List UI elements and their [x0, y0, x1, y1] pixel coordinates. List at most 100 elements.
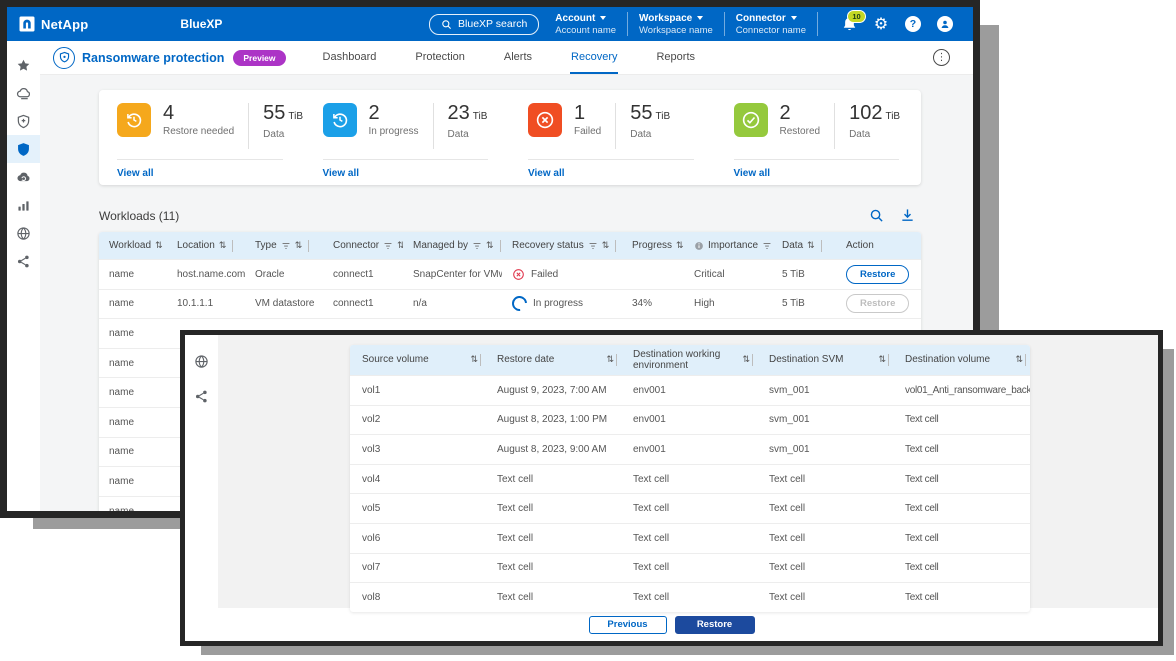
- stat-size-label: Data: [448, 129, 488, 140]
- funnel-icon[interactable]: [281, 241, 291, 251]
- restore-button[interactable]: Restore: [675, 616, 755, 634]
- sort-icon[interactable]: ⇅: [470, 355, 478, 365]
- column-header-destination-working-environment[interactable]: Destination working environment⇅: [621, 345, 757, 375]
- location-cell: host.name.com: [167, 260, 245, 289]
- download-icon[interactable]: [900, 208, 915, 223]
- importance-cell: Critical: [684, 260, 772, 289]
- sidebar-item-share[interactable]: [7, 247, 40, 275]
- column-header-destination-svm[interactable]: Destination SVM⇅: [757, 345, 893, 375]
- column-header-type[interactable]: Type⇅: [245, 232, 323, 259]
- header-divider: [752, 354, 753, 366]
- sidebar-item-share[interactable]: [185, 386, 218, 406]
- source-volume-cell: vol6: [350, 524, 485, 553]
- sort-icon[interactable]: ⇅: [295, 241, 303, 251]
- table-search-icon[interactable]: [869, 208, 884, 223]
- funnel-icon[interactable]: [472, 241, 482, 251]
- action-cell: Restore: [836, 260, 921, 289]
- sidebar-item-globe[interactable]: [185, 351, 218, 371]
- funnel-icon[interactable]: [383, 241, 393, 251]
- view-all-link[interactable]: View all: [117, 168, 289, 179]
- previous-button[interactable]: Previous: [589, 616, 667, 634]
- view-all-link[interactable]: View all: [734, 168, 906, 179]
- sort-icon[interactable]: ⇅: [878, 355, 886, 365]
- sort-icon[interactable]: ⇅: [1015, 355, 1023, 365]
- view-all-link[interactable]: View all: [323, 168, 495, 179]
- sidebar-item-shield[interactable]: [7, 135, 40, 163]
- destination-working-environment-cell: env001: [621, 435, 757, 464]
- view-all-link[interactable]: View all: [528, 168, 700, 179]
- column-header-connector[interactable]: Connector⇅: [323, 232, 403, 259]
- tab-protection[interactable]: Protection: [414, 41, 466, 74]
- column-header-importance[interactable]: Importance⇅: [684, 232, 772, 259]
- column-label: Progress: [632, 240, 672, 251]
- globe-icon: [16, 226, 31, 241]
- source-volume-cell: vol7: [350, 554, 485, 583]
- destination-working-environment-cell: Text cell: [621, 465, 757, 494]
- column-header-data[interactable]: Data⇅: [772, 232, 836, 259]
- failed-icon: [512, 268, 525, 281]
- settings-button[interactable]: ⚙: [872, 15, 890, 33]
- tab-reports[interactable]: Reports: [655, 41, 696, 74]
- sort-icon[interactable]: ⇅: [219, 241, 227, 251]
- user-menu-button[interactable]: [936, 15, 954, 33]
- stat-size-block: 102TiBData: [849, 103, 900, 140]
- sort-icon[interactable]: ⇅: [606, 355, 614, 365]
- column-header-destination-volume[interactable]: Destination volume⇅: [893, 345, 1030, 375]
- row-restore-button[interactable]: Restore: [846, 265, 909, 284]
- menu-account[interactable]: AccountAccount name: [555, 13, 616, 36]
- chevron-down-icon: [791, 16, 797, 20]
- sidebar-item-cloud-sync[interactable]: [7, 163, 40, 191]
- desktop-canvas: NetApp BlueXP BlueXP search AccountAccou…: [0, 0, 1176, 661]
- column-header-workload[interactable]: Workload⇅: [99, 232, 167, 259]
- column-header-restore-date[interactable]: Restore date⇅: [485, 345, 621, 375]
- stat-size-label: Data: [849, 129, 900, 140]
- tab-recovery[interactable]: Recovery: [570, 41, 618, 74]
- bluexp-search[interactable]: BlueXP search: [429, 14, 539, 35]
- sidebar-item-bar-chart[interactable]: [7, 191, 40, 219]
- type-cell: Oracle: [245, 260, 323, 289]
- destination-svm-cell: Text cell: [757, 524, 893, 553]
- sort-icon[interactable]: ⇅: [676, 241, 684, 251]
- sidebar-item-clouds[interactable]: [7, 79, 40, 107]
- netapp-logo-icon: [19, 16, 35, 32]
- notifications-button[interactable]: 10: [840, 15, 858, 33]
- funnel-icon[interactable]: [588, 241, 598, 251]
- column-label: Location: [177, 240, 215, 251]
- header-divider: [1025, 354, 1026, 366]
- sort-icon[interactable]: ⇅: [602, 241, 610, 251]
- column-header-progress[interactable]: Progress ⇅: [622, 232, 684, 259]
- menu-label: Account: [555, 13, 616, 24]
- stat-count: 2: [369, 103, 419, 124]
- column-header-managed-by[interactable]: Managed by⇅: [403, 232, 502, 259]
- sort-icon[interactable]: ⇅: [742, 355, 750, 365]
- column-header-source-volume[interactable]: Source volume⇅: [350, 345, 485, 375]
- cloud-sync-icon: [16, 170, 31, 185]
- help-button[interactable]: ?: [904, 15, 922, 33]
- sidebar-item-star[interactable]: [7, 51, 40, 79]
- tab-dashboard[interactable]: Dashboard: [322, 41, 378, 74]
- column-header-location[interactable]: Location ⇅: [167, 232, 245, 259]
- sort-icon[interactable]: ⇅: [486, 241, 494, 251]
- stat-restore-needed: 4Restore needed55TiBDataView all: [99, 90, 305, 185]
- row-restore-button: Restore: [846, 294, 909, 313]
- sort-icon[interactable]: ⇅: [807, 241, 815, 251]
- sidebar-item-health-shield[interactable]: [7, 107, 40, 135]
- funnel-icon[interactable]: [762, 241, 772, 251]
- column-header-recovery-status[interactable]: Recovery status⇅: [502, 232, 622, 259]
- stat-failed: 1Failed55TiBDataView all: [510, 90, 716, 185]
- source-volume-cell: vol4: [350, 465, 485, 494]
- share-icon: [16, 254, 31, 269]
- tab-alerts[interactable]: Alerts: [503, 41, 533, 74]
- sidebar-item-globe[interactable]: [7, 219, 40, 247]
- sort-icon[interactable]: ⇅: [155, 241, 163, 251]
- menu-value: Account name: [555, 25, 616, 36]
- stat-count-block: 1Failed: [574, 103, 601, 137]
- destination-working-environment-cell: env001: [621, 376, 757, 405]
- stat-count-block: 2Restored: [780, 103, 821, 137]
- restore-table-body: vol1August 9, 2023, 7:00 AMenv001svm_001…: [350, 375, 1030, 612]
- restore-date-cell: August 8, 2023, 1:00 PM: [485, 406, 621, 435]
- menu-connector[interactable]: ConnectorConnector name: [736, 13, 806, 36]
- menu-value: Workspace name: [639, 25, 713, 36]
- menu-workspace[interactable]: WorkspaceWorkspace name: [639, 13, 713, 36]
- page-info-icon[interactable]: ⋮: [933, 49, 950, 66]
